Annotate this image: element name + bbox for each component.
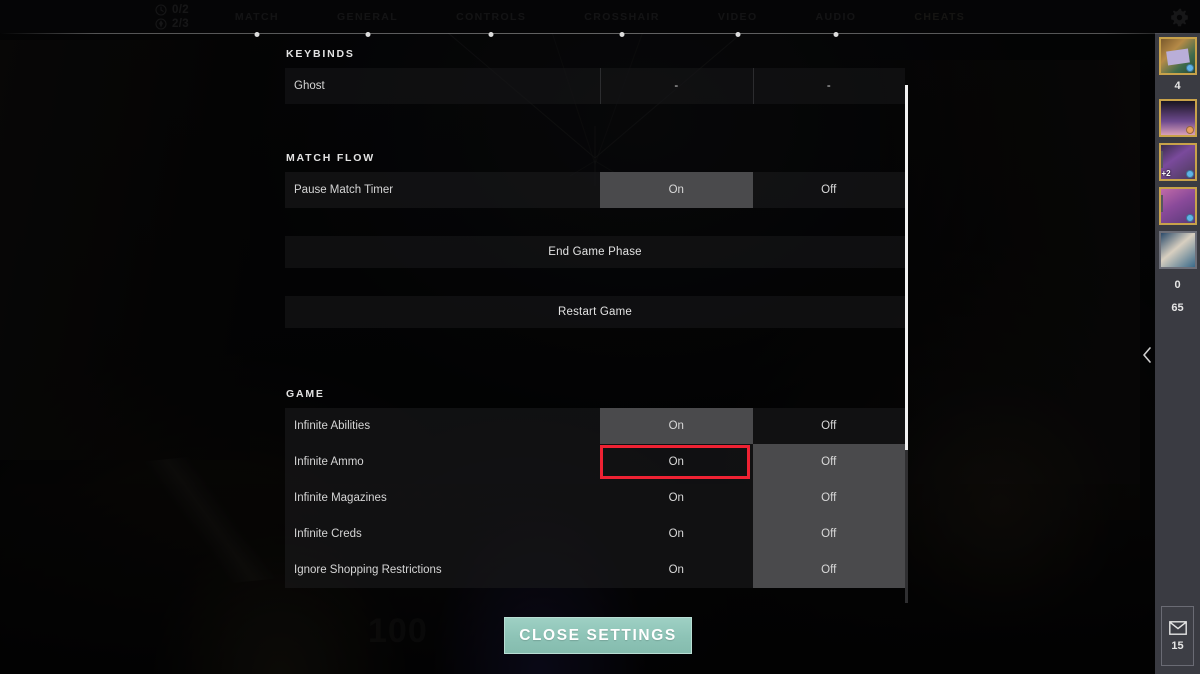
settings-scroll-area: KEYBINDS Ghost - - MATCH FLOW Pause Matc… [285,48,905,608]
sidebar-mail-button[interactable]: 15 [1161,606,1194,666]
row-infinite-abilities-option-on[interactable]: On [600,408,753,444]
chevron-left-icon [1143,347,1151,363]
row-ghost: Ghost - - [285,68,905,104]
tab-controls-dot [488,31,494,37]
row-infinite-ammo: Infinite Ammo On Off [285,444,905,480]
sidebar-card-1[interactable] [1158,37,1197,75]
sidebar-card-4-tab-dot [1159,202,1161,206]
row-ghost-bind-primary[interactable]: - [600,68,753,104]
row-infinite-magazines-option-on[interactable]: On [600,480,753,516]
sidebar-card-5[interactable] [1158,231,1197,269]
sidebar-number-2: 0 [1174,279,1181,291]
sidebar-card-3-badge: +2 [1161,169,1171,178]
row-ignore-shopping-restrictions-option-on[interactable]: On [600,552,753,588]
top-bar-underline [0,33,1200,34]
game-screen: 100 0/2 2/3 MATCH GENERAL [0,0,1200,674]
row-ignore-shopping-restrictions-label: Ignore Shopping Restrictions [294,564,442,576]
row-infinite-creds-label: Infinite Creds [294,528,362,540]
sidebar-card-2-status-dot [1185,126,1194,134]
section-title-keybinds: KEYBINDS [286,48,355,60]
row-ghost-label: Ghost [294,80,325,92]
row-infinite-ammo-option-on[interactable]: On [600,444,753,480]
sidebar-card-1-status-dot [1185,64,1194,72]
sidebar-card-3-status-dot [1185,170,1194,178]
row-infinite-abilities-option-off[interactable]: Off [753,408,906,444]
sidebar-card-2[interactable] [1158,99,1197,137]
row-infinite-abilities-label: Infinite Abilities [294,420,371,432]
sidebar-card-3[interactable]: +2 [1158,143,1197,181]
row-infinite-magazines: Infinite Magazines On Off [285,480,905,516]
sidebar-collapse-button[interactable] [1139,345,1155,365]
sidebar-card-4-tab [1159,195,1163,212]
close-settings-button[interactable]: CLOSE SETTINGS [504,617,692,654]
top-bar [0,0,1200,33]
section-title-game: GAME [286,388,325,400]
sidebar-number-3: 65 [1171,302,1184,314]
tab-video-dot [735,31,741,37]
sidebar-card-5-art [1160,233,1195,267]
settings-scrollbar-track[interactable] [905,85,908,603]
row-pause-match-timer-option-off[interactable]: Off [753,172,906,208]
tab-match-dot [254,31,260,37]
row-infinite-creds-option-off[interactable]: Off [752,516,905,552]
sidebar-mail-count: 15 [1171,639,1184,652]
tab-general-dot [365,31,371,37]
row-infinite-creds: Infinite Creds On Off [285,516,905,552]
row-pause-match-timer: Pause Match Timer On Off [285,172,905,208]
sidebar-card-3-tab-dot [1159,158,1161,162]
tab-crosshair-dot [619,31,625,37]
tab-audio-dot [833,31,839,37]
end-game-phase-button[interactable]: End Game Phase [285,236,905,268]
right-sidebar: 4 +2 0 65 15 [1155,33,1200,674]
row-ignore-shopping-restrictions: Ignore Shopping Restrictions On Off [285,552,905,588]
sidebar-card-4-status-dot [1185,214,1194,222]
row-infinite-magazines-option-off[interactable]: Off [752,480,905,516]
sidebar-card-4[interactable] [1158,187,1197,225]
sidebar-card-3-tab [1159,151,1163,168]
row-ghost-bind-secondary[interactable]: - [752,68,906,104]
restart-game-button[interactable]: Restart Game [285,296,905,328]
mail-icon [1168,620,1187,635]
row-pause-match-timer-label: Pause Match Timer [294,184,394,196]
row-infinite-creds-option-on[interactable]: On [600,516,753,552]
row-infinite-abilities: Infinite Abilities On Off [285,408,905,444]
row-infinite-ammo-option-off[interactable]: Off [752,444,905,480]
row-ignore-shopping-restrictions-option-off[interactable]: Off [752,552,905,588]
row-pause-match-timer-option-on[interactable]: On [600,172,753,208]
section-title-match-flow: MATCH FLOW [286,152,375,164]
sidebar-number-1: 4 [1174,80,1181,92]
settings-panel: KEYBINDS Ghost - - MATCH FLOW Pause Matc… [285,48,905,608]
row-infinite-ammo-label: Infinite Ammo [294,456,364,468]
row-infinite-magazines-label: Infinite Magazines [294,492,387,504]
settings-scrollbar-thumb[interactable] [905,85,908,450]
